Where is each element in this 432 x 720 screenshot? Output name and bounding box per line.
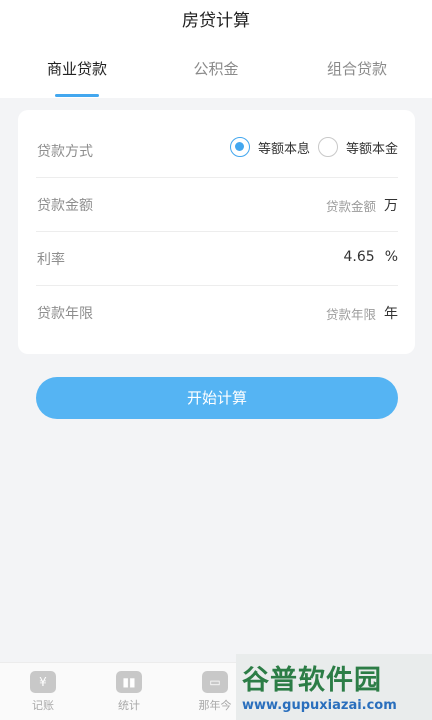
watermark-logo-text: 谷普软件园 (242, 665, 382, 696)
loan-amount-input[interactable]: 贷款金额 (326, 196, 376, 215)
active-tab-indicator (55, 94, 99, 97)
interest-rate-label: 利率 (37, 252, 65, 268)
radio-equal-principal-label: 等额本金 (345, 141, 398, 157)
loan-amount-input-group: 贷款金额 万 (326, 195, 398, 215)
loan-term-input[interactable]: 贷款年限 (326, 304, 376, 323)
loan-term-unit: 年 (384, 306, 398, 322)
site-watermark: 谷普软件园 www.gupuxiazai.com (236, 654, 432, 720)
nav-label-statistics: 统计 (118, 699, 140, 712)
radio-unchecked-icon[interactable] (317, 137, 338, 157)
repayment-method-row: 贷款方式 等额本息 等额本金 (36, 124, 398, 178)
loan-amount-row: 贷款金额 贷款金额 万 (36, 178, 398, 232)
repayment-method-options: 等额本息 等额本金 (222, 137, 398, 157)
interest-rate-row: 利率 4.65 % (36, 232, 398, 286)
loan-term-row: 贷款年限 贷款年限 年 (36, 286, 398, 340)
watermark-url: www.gupuxiazai.com (242, 698, 397, 713)
loan-term-input-group: 贷款年限 年 (326, 303, 398, 323)
radio-equal-principal[interactable]: 等额本金 (317, 137, 398, 157)
nav-item-statistics[interactable]: ▮▮ 统计 (99, 671, 159, 713)
interest-rate-input-group: 4.65 % (344, 249, 398, 265)
radio-equal-installment[interactable]: 等额本息 (229, 137, 310, 157)
repayment-method-label: 贷款方式 (37, 144, 93, 160)
interest-rate-unit: % (384, 249, 398, 265)
top-header: 房贷计算 商业贷款 公积金 组合贷款 (0, 0, 432, 98)
page-title: 房贷计算 (182, 11, 250, 31)
calendar-icon: ▭ (202, 671, 228, 693)
loan-amount-unit: 万 (384, 198, 398, 214)
nav-label-bookkeeping: 记账 (32, 699, 54, 712)
interest-rate-input[interactable]: 4.65 (344, 249, 375, 265)
tab-provident-fund[interactable]: 公积金 (161, 58, 271, 79)
bar-chart-icon: ▮▮ (116, 671, 142, 693)
nav-item-bookkeeping[interactable]: ¥ 记账 (13, 671, 73, 713)
tab-combined-loan[interactable]: 组合贷款 (302, 58, 412, 79)
yen-icon: ¥ (30, 671, 56, 693)
radio-equal-installment-label: 等额本息 (257, 141, 310, 157)
loan-amount-label: 贷款金额 (37, 198, 93, 214)
start-calculation-button[interactable]: 开始计算 (36, 377, 398, 419)
loan-form-card: 贷款方式 等额本息 等额本金 贷款金额 贷款金额 万 利率 4.65 % 贷款年… (18, 110, 415, 354)
radio-checked-icon[interactable] (229, 137, 250, 157)
loan-term-label: 贷款年限 (37, 306, 93, 322)
tab-commercial-loan[interactable]: 商业贷款 (22, 58, 132, 79)
